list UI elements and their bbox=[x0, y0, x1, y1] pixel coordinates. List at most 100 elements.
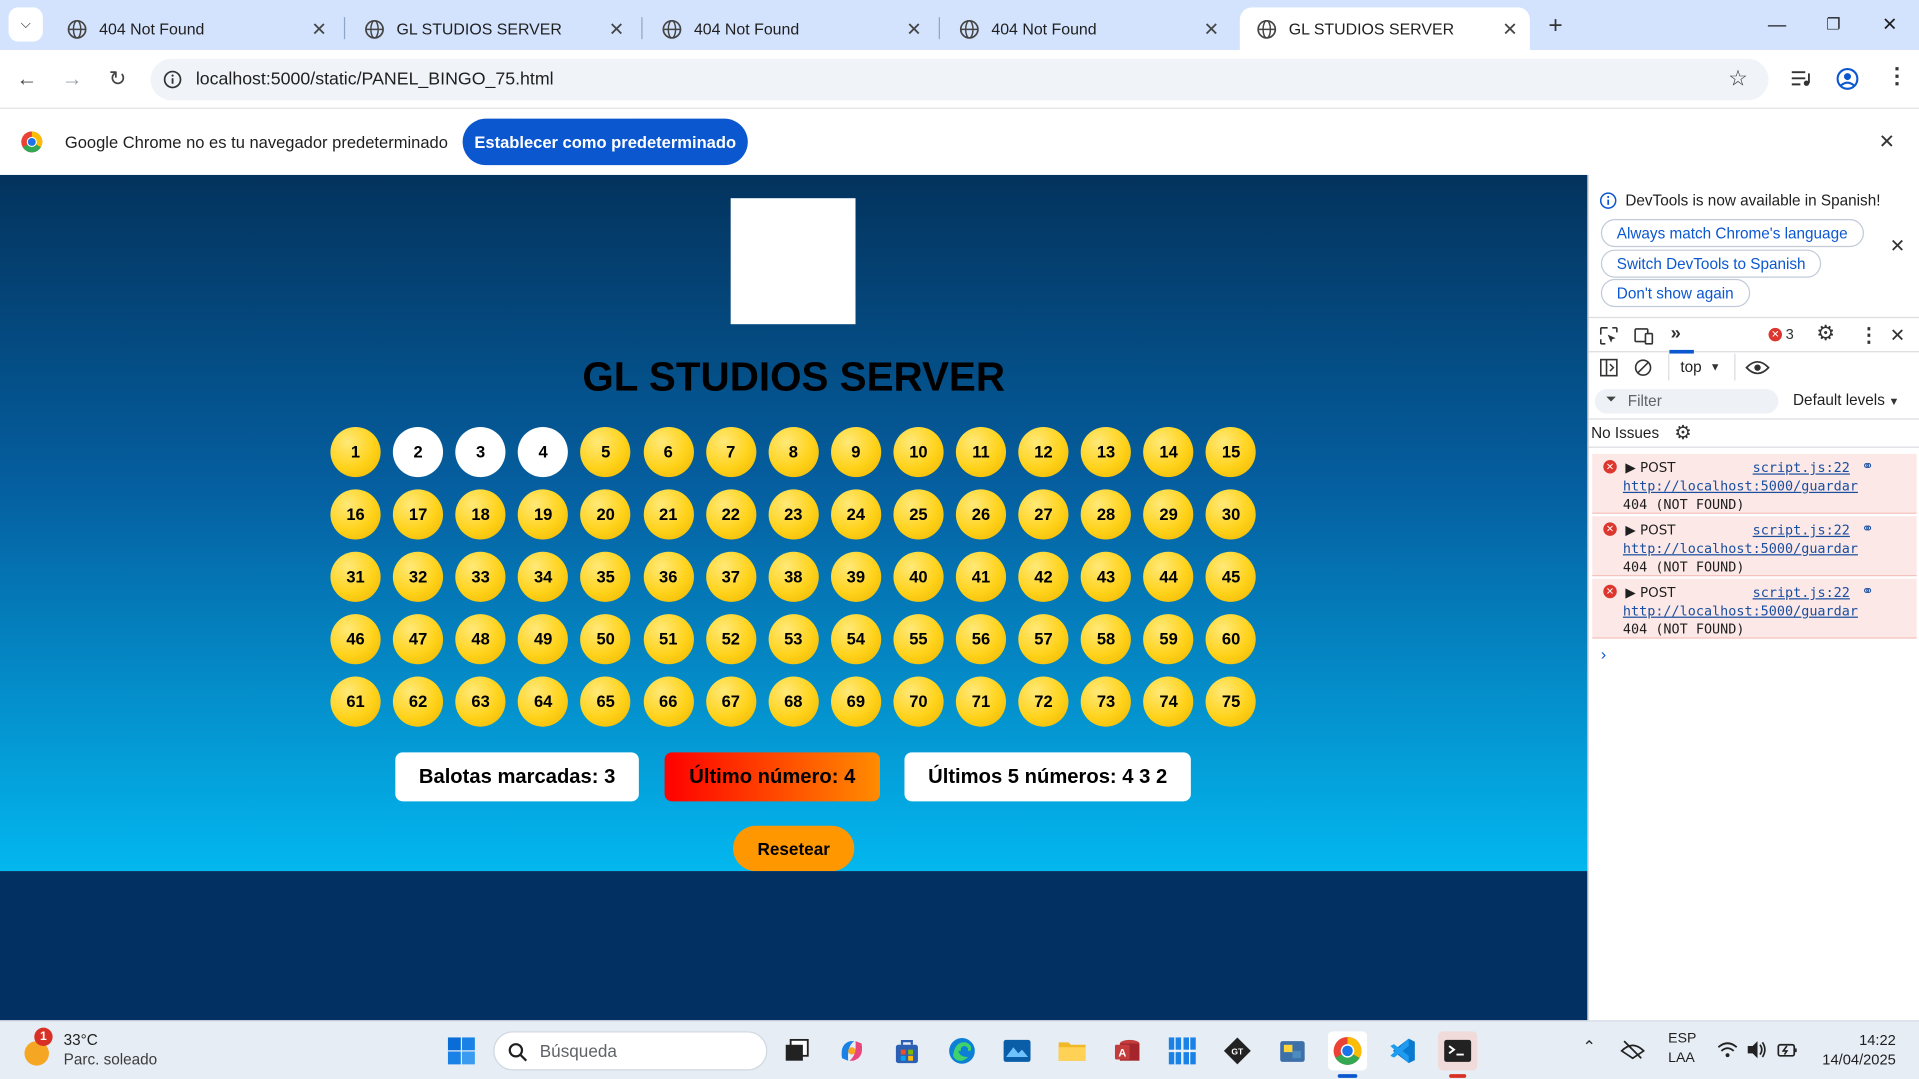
bingo-ball[interactable]: 74 bbox=[1143, 676, 1194, 727]
start-button[interactable] bbox=[442, 1031, 481, 1070]
expand-arrow-icon[interactable]: ▶ bbox=[1625, 585, 1635, 601]
bingo-ball[interactable]: 43 bbox=[1080, 551, 1132, 602]
star-bookmark-icon[interactable]: ☆ bbox=[1728, 66, 1748, 92]
bingo-ball[interactable]: 71 bbox=[955, 676, 1007, 727]
bingo-ball[interactable]: 44 bbox=[1143, 551, 1194, 602]
bingo-ball[interactable]: 30 bbox=[1206, 489, 1257, 540]
match-language-button[interactable]: Always match Chrome's language bbox=[1600, 218, 1864, 248]
chevron-up-icon[interactable]: ⌃ bbox=[1583, 1037, 1596, 1057]
switch-spanish-button[interactable]: Switch DevTools to Spanish bbox=[1600, 249, 1822, 278]
expand-arrow-icon[interactable]: ▶ bbox=[1625, 460, 1635, 476]
bingo-ball[interactable]: 20 bbox=[580, 489, 631, 540]
bingo-ball[interactable]: 4 bbox=[518, 426, 569, 478]
bingo-ball[interactable]: 42 bbox=[1018, 551, 1069, 602]
inspect-element-icon[interactable] bbox=[1599, 326, 1618, 345]
tab[interactable]: 404 Not Found ✕ bbox=[50, 7, 339, 50]
bingo-ball[interactable]: 24 bbox=[830, 489, 881, 540]
error-source-link[interactable]: script.js:22 bbox=[1753, 585, 1850, 601]
bingo-ball[interactable]: 38 bbox=[768, 551, 819, 602]
set-default-button[interactable]: Establecer como predeterminado bbox=[462, 118, 748, 166]
close-tab-icon[interactable]: ✕ bbox=[906, 18, 921, 40]
close-tab-icon[interactable]: ✕ bbox=[311, 18, 326, 40]
bingo-ball[interactable]: 6 bbox=[643, 426, 694, 478]
bingo-ball[interactable]: 18 bbox=[455, 489, 506, 540]
bingo-ball[interactable]: 3 bbox=[455, 426, 506, 478]
more-tabs-icon[interactable]: » bbox=[1671, 323, 1681, 344]
bingo-ball[interactable]: 22 bbox=[705, 489, 756, 540]
clock-time[interactable]: 14:22 bbox=[1840, 1031, 1896, 1048]
site-info-icon[interactable] bbox=[163, 70, 183, 90]
bingo-ball[interactable]: 56 bbox=[955, 614, 1007, 665]
bingo-ball[interactable]: 33 bbox=[455, 551, 506, 602]
reset-button[interactable]: Resetear bbox=[733, 825, 855, 872]
bingo-ball[interactable]: 49 bbox=[518, 614, 569, 665]
bingo-ball[interactable]: 19 bbox=[518, 489, 569, 540]
bingo-ball[interactable]: 70 bbox=[893, 676, 944, 727]
grid-app-button[interactable] bbox=[1163, 1031, 1202, 1070]
bingo-ball[interactable]: 31 bbox=[330, 551, 381, 602]
bingo-ball[interactable]: 25 bbox=[893, 489, 944, 540]
bingo-ball[interactable]: 9 bbox=[830, 426, 881, 478]
back-button[interactable]: ← bbox=[10, 62, 44, 96]
task-view-button[interactable] bbox=[777, 1031, 816, 1070]
error-source-link[interactable]: script.js:22 bbox=[1753, 522, 1850, 538]
address-bar[interactable]: localhost:5000/static/PANEL_BINGO_75.htm… bbox=[150, 58, 1769, 101]
minimize-button[interactable]: — bbox=[1749, 0, 1805, 49]
gt-app-button[interactable]: GT bbox=[1218, 1031, 1257, 1070]
dont-show-again-button[interactable]: Don't show again bbox=[1600, 278, 1750, 308]
filter-input[interactable]: ⏷ Filter bbox=[1594, 389, 1779, 414]
chrome-taskbar-button[interactable] bbox=[1327, 1031, 1368, 1071]
bingo-ball[interactable]: 40 bbox=[893, 551, 944, 602]
bingo-ball[interactable]: 55 bbox=[893, 614, 944, 665]
bingo-ball[interactable]: 45 bbox=[1206, 551, 1257, 602]
bingo-ball[interactable]: 26 bbox=[955, 489, 1007, 540]
photos-button[interactable] bbox=[997, 1031, 1036, 1070]
bingo-ball[interactable]: 36 bbox=[643, 551, 694, 602]
edge-button[interactable] bbox=[942, 1031, 981, 1070]
settings-gear-icon[interactable]: ⚙ bbox=[1816, 322, 1835, 346]
bingo-ball[interactable]: 2 bbox=[392, 426, 444, 478]
bingo-ball[interactable]: 10 bbox=[893, 426, 944, 478]
bingo-ball[interactable]: 11 bbox=[955, 426, 1007, 478]
close-tab-icon[interactable]: ✕ bbox=[1502, 18, 1517, 40]
bingo-ball[interactable]: 5 bbox=[580, 426, 631, 478]
forward-button[interactable]: → bbox=[55, 62, 89, 96]
bingo-ball[interactable]: 72 bbox=[1018, 676, 1069, 727]
error-url-link[interactable]: http://localhost:5000/guardar bbox=[1623, 541, 1858, 557]
bingo-ball[interactable]: 27 bbox=[1018, 489, 1069, 540]
bingo-ball[interactable]: 68 bbox=[768, 676, 819, 727]
bingo-ball[interactable]: 46 bbox=[330, 614, 381, 665]
access-button[interactable]: A bbox=[1108, 1031, 1147, 1070]
expand-arrow-icon[interactable]: ▶ bbox=[1625, 522, 1635, 538]
bingo-ball[interactable]: 69 bbox=[830, 676, 881, 727]
bingo-ball[interactable]: 53 bbox=[768, 614, 819, 665]
clear-console-icon[interactable] bbox=[1634, 358, 1652, 376]
bingo-ball[interactable]: 28 bbox=[1080, 489, 1132, 540]
reload-button[interactable]: ↻ bbox=[100, 62, 134, 96]
bingo-ball[interactable]: 29 bbox=[1143, 489, 1194, 540]
bingo-ball[interactable]: 67 bbox=[705, 676, 756, 727]
input-language-bottom[interactable]: LAA bbox=[1668, 1051, 1695, 1066]
bingo-ball[interactable]: 47 bbox=[392, 614, 444, 665]
bingo-ball[interactable]: 32 bbox=[392, 551, 444, 602]
tab[interactable]: GL STUDIOS SERVER ✕ bbox=[348, 7, 637, 50]
error-url-link[interactable]: http://localhost:5000/guardar bbox=[1623, 478, 1858, 494]
input-language-top[interactable]: ESP bbox=[1668, 1031, 1696, 1046]
close-infobar-icon[interactable]: ✕ bbox=[1879, 130, 1895, 154]
tab[interactable]: 404 Not Found ✕ bbox=[942, 7, 1231, 50]
bingo-ball[interactable]: 7 bbox=[705, 426, 756, 478]
console-prompt-icon[interactable]: › bbox=[1601, 645, 1606, 663]
close-notice-icon[interactable]: ✕ bbox=[1890, 235, 1905, 257]
bingo-ball[interactable]: 15 bbox=[1206, 426, 1257, 478]
context-selector[interactable]: top bbox=[1680, 358, 1701, 375]
bingo-ball[interactable]: 12 bbox=[1018, 426, 1069, 478]
terminal-button[interactable] bbox=[1438, 1031, 1478, 1071]
bingo-ball[interactable]: 50 bbox=[580, 614, 631, 665]
store-button[interactable] bbox=[887, 1031, 926, 1070]
devtools-menu-icon[interactable]: ⋮ bbox=[1859, 323, 1879, 347]
bingo-ball[interactable]: 65 bbox=[580, 676, 631, 727]
tab-search-button[interactable]: ⌵ bbox=[8, 7, 43, 42]
device-toolbar-icon[interactable] bbox=[1634, 327, 1655, 345]
profile-icon[interactable] bbox=[1836, 67, 1859, 90]
error-source-link[interactable]: script.js:22 bbox=[1753, 460, 1850, 476]
